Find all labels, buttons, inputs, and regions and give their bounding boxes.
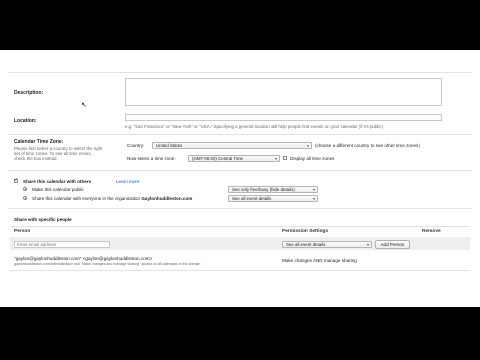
share-org-label: Share this calendar with everyone in the… — [32, 196, 192, 201]
country-select-value: United States — [156, 143, 183, 148]
country-hint: (choose a different country to see other… — [315, 143, 420, 148]
share-calendar-checkbox[interactable] — [14, 177, 18, 183]
chevron-down-icon: ▾ — [366, 242, 369, 247]
owner-email: "gaylon@gaylonhuddleston.com" <gaylon@ga… — [14, 256, 153, 261]
column-permission-settings: Permission Settings — [282, 229, 329, 234]
share-calendar-label: Share this calendar with others — [23, 179, 92, 184]
mouse-cursor-icon: ↖ — [81, 102, 87, 109]
share-org-checkbox[interactable] — [23, 196, 27, 200]
owner-subtext: gaylonhuddleston.com/administrator/ and … — [14, 262, 201, 266]
timezone-divider — [8, 170, 472, 171]
new-person-permission-value: See all event details — [286, 242, 326, 247]
description-textarea[interactable] — [125, 78, 442, 106]
top-divider — [8, 72, 472, 73]
description-label: Description: — [14, 90, 44, 96]
timezone-help-line3: check the box instead. — [14, 156, 58, 161]
email-input[interactable] — [14, 241, 110, 248]
location-input[interactable] — [125, 114, 442, 121]
location-divider — [8, 134, 472, 135]
chevron-down-icon: ▾ — [274, 156, 277, 161]
table-bottom-divider — [10, 270, 470, 271]
sharing-divider — [8, 208, 472, 209]
table-top-divider — [10, 226, 470, 227]
add-person-button[interactable]: Add Person — [375, 240, 410, 249]
share-org-name: Gaylonhuddleston.com — [141, 196, 193, 201]
column-remove: Remove — [422, 229, 441, 234]
specific-people-heading: Share with specific people — [14, 217, 72, 222]
chevron-down-icon: ▾ — [312, 187, 315, 192]
location-hint: e.g. "San Francisco" or "New York" or "U… — [125, 124, 383, 129]
column-person: Person — [14, 229, 31, 234]
learn-more-link[interactable]: Learn more — [116, 179, 140, 184]
calendar-details-page: Description: ↖ Location: e.g. "San Franc… — [0, 50, 480, 307]
location-label: Location: — [14, 118, 37, 124]
country-select[interactable]: United States ▾ — [152, 142, 312, 149]
timezone-select[interactable]: (GMT-06:00) Central Time ▾ — [188, 155, 280, 162]
owner-permission: Make changes AND manage sharing — [282, 258, 357, 263]
new-person-permission-select[interactable]: See all event details ▾ — [282, 241, 372, 248]
org-visibility-value: See all event details — [232, 196, 272, 201]
make-public-checkbox[interactable] — [23, 187, 27, 191]
timezone-label: Calendar Time Zone: — [14, 139, 64, 145]
chevron-down-icon: ▾ — [312, 196, 315, 201]
share-org-label-prefix: Share this calendar with everyone in the… — [32, 196, 141, 201]
country-label: Country: — [127, 143, 145, 148]
make-public-label: Make this calendar public — [32, 187, 84, 192]
now-select-label: Now select a time zone: — [127, 156, 176, 161]
chevron-down-icon: ▾ — [306, 143, 309, 148]
timezone-select-value: (GMT-06:00) Central Time — [192, 156, 243, 161]
display-all-timezones-label: Display all time zones — [290, 156, 335, 161]
public-visibility-select[interactable]: See only free/busy (hide details) ▾ — [228, 186, 318, 193]
public-visibility-value: See only free/busy (hide details) — [232, 187, 295, 192]
org-visibility-select[interactable]: See all event details ▾ — [228, 195, 318, 202]
display-all-timezones-checkbox[interactable] — [283, 156, 287, 160]
